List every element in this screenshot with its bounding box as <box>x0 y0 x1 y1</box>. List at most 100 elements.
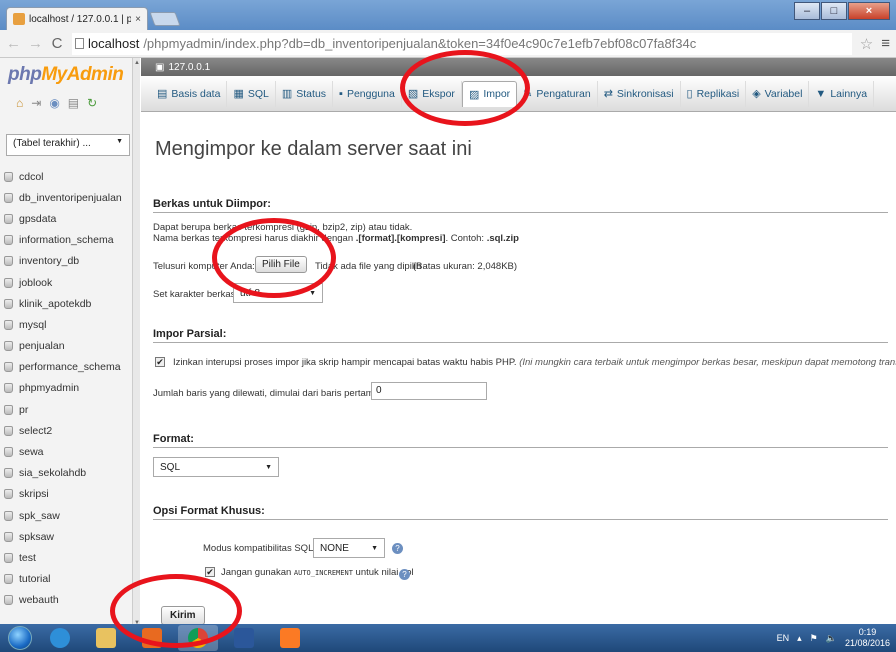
skip-rows-input[interactable]: 0 <box>371 382 487 400</box>
import-icon: ▨ <box>468 88 480 101</box>
tab-label: Pengguna <box>346 87 395 100</box>
url-path: /phpmyadmin/index.php?db=db_inventoripen… <box>143 36 697 51</box>
server-name[interactable]: 127.0.0.1 <box>168 62 210 73</box>
database-item[interactable]: sia_sekolahdb <box>4 463 132 484</box>
database-name: mysql <box>19 318 47 331</box>
back-icon[interactable]: ← <box>6 35 21 52</box>
taskbar-word[interactable] <box>224 625 264 651</box>
taskbar-chrome[interactable] <box>178 625 218 651</box>
taskbar-ie[interactable] <box>40 625 80 651</box>
charset-select[interactable]: utf-8 ▼ <box>233 283 323 303</box>
tab-title: localhost / 127.0.0.1 | php <box>29 13 132 25</box>
volume-icon[interactable]: 🔈 <box>826 633 837 644</box>
database-item[interactable]: webauth <box>4 590 132 611</box>
close-tab-icon[interactable]: × <box>135 14 141 25</box>
database-name: pr <box>19 403 29 416</box>
close-window-button[interactable]: × <box>848 2 890 20</box>
clock[interactable]: 0:19 21/08/2016 <box>845 627 890 649</box>
maximize-button[interactable]: □ <box>821 2 847 20</box>
tab-variabel[interactable]: ◈ Variabel <box>746 80 810 107</box>
tray-arrow-icon[interactable]: ▴ <box>797 633 802 644</box>
tab-label: Impor <box>483 88 511 100</box>
help-icon[interactable]: ? <box>399 569 410 580</box>
tab-impor[interactable]: ▨ Impor <box>461 80 518 107</box>
allow-interrupt-checkbox[interactable]: ✔ <box>155 357 165 367</box>
database-item[interactable]: spk_saw <box>4 505 132 526</box>
database-item[interactable]: phpmyadmin <box>4 378 132 399</box>
tab-lainnya[interactable]: ▼ Lainnya <box>809 80 875 107</box>
browse-label: Telusuri komputer Anda: <box>153 261 255 272</box>
tab-basis-data[interactable]: ▤ Basis data <box>151 80 228 107</box>
new-tab-button[interactable] <box>149 12 181 26</box>
database-name: sia_sekolahdb <box>19 467 87 480</box>
database-item[interactable]: test <box>4 547 132 568</box>
database-icon <box>4 468 13 479</box>
tab-sql[interactable]: ▦ SQL <box>227 80 276 107</box>
taskbar-xampp[interactable] <box>270 625 310 651</box>
taskbar-media[interactable] <box>132 625 172 651</box>
choose-file-button[interactable]: Pilih File <box>255 256 307 273</box>
nav-scrollbar[interactable]: ▲ ▼ <box>132 58 140 628</box>
reload-nav-icon[interactable]: ↻ <box>87 96 97 110</box>
flag-icon[interactable]: ⚑ <box>810 633 818 644</box>
forward-icon[interactable]: → <box>28 35 43 52</box>
database-item[interactable]: cdcol <box>4 166 132 187</box>
format-select[interactable]: SQL ▼ <box>153 457 279 477</box>
database-item[interactable]: gpsdata <box>4 208 132 229</box>
submit-button[interactable]: Kirim <box>161 606 205 625</box>
database-icon: ▤ <box>157 88 168 100</box>
bookmark-star-icon[interactable]: ☆ <box>860 35 873 53</box>
main-content: Mengimpor ke dalam server saat ini Berka… <box>141 112 896 628</box>
database-item[interactable]: information_schema <box>4 230 132 251</box>
format-section-title: Format: <box>153 433 888 448</box>
database-item[interactable]: inventory_db <box>4 251 132 272</box>
database-icon <box>4 595 13 606</box>
tab-ekspor[interactable]: ▧ Ekspor <box>402 80 462 107</box>
more-icon: ▼ <box>815 87 827 100</box>
taskbar-explorer[interactable] <box>86 625 126 651</box>
tab-status[interactable]: ▥ Status <box>276 80 334 107</box>
allow-interrupt-label: Izinkan interupsi proses impor jika skri… <box>173 357 896 368</box>
database-icon <box>4 235 13 246</box>
tab-pengaturan[interactable]: ✎ Pengaturan <box>517 80 598 107</box>
recent-tables-select[interactable]: (Tabel terakhir) ... ▼ <box>6 134 130 156</box>
database-item[interactable]: skripsi <box>4 484 132 505</box>
tab-replikasi[interactable]: ▯ Replikasi <box>681 80 747 107</box>
browser-menu-icon[interactable]: ≡ <box>881 35 890 52</box>
database-item[interactable]: joblook <box>4 272 132 293</box>
database-name: klinik_apotekdb <box>19 297 92 310</box>
reload-icon[interactable]: C <box>50 35 64 52</box>
database-item[interactable]: spksaw <box>4 526 132 547</box>
logout-icon[interactable]: ⇥ <box>31 96 41 110</box>
database-item[interactable]: select2 <box>4 420 132 441</box>
database-name: webauth <box>19 594 59 607</box>
url-input[interactable]: localhost/phpmyadmin/index.php?db=db_inv… <box>72 32 852 55</box>
phpmyadmin-logo[interactable]: phpMyAdmin <box>8 64 124 86</box>
database-item[interactable]: tutorial <box>4 569 132 590</box>
word-icon <box>234 628 254 648</box>
database-item[interactable]: db_inventoripenjualan <box>4 187 132 208</box>
database-item[interactable]: mysql <box>4 314 132 335</box>
scroll-up-icon[interactable]: ▲ <box>133 60 141 66</box>
tab-pengguna[interactable]: ▪ Pengguna <box>333 80 402 107</box>
database-item[interactable]: performance_schema <box>4 357 132 378</box>
language-indicator[interactable]: EN <box>777 633 790 643</box>
no-auto-increment-checkbox[interactable]: ✔ <box>205 567 215 577</box>
filename-info: Nama berkas terkompresi harus diakhir de… <box>153 233 519 244</box>
home-icon[interactable]: ⌂ <box>16 96 23 110</box>
database-item[interactable]: sewa <box>4 441 132 462</box>
database-item[interactable]: penjualan <box>4 336 132 357</box>
help-icon[interactable]: ? <box>392 543 403 554</box>
browser-tab[interactable]: localhost / 127.0.0.1 | php × <box>6 7 148 30</box>
compat-mode-select[interactable]: NONE ▼ <box>313 538 385 558</box>
tab-label: Sinkronisasi <box>616 87 674 100</box>
database-name: gpsdata <box>19 212 57 225</box>
database-item[interactable]: klinik_apotekdb <box>4 293 132 314</box>
tab-label: Pengaturan <box>536 87 591 100</box>
start-button[interactable] <box>0 624 40 652</box>
database-item[interactable]: pr <box>4 399 132 420</box>
docs-icon[interactable]: ▤ <box>68 96 79 110</box>
tab-sinkronisasi[interactable]: ⇄ Sinkronisasi <box>598 80 681 107</box>
query-window-icon[interactable]: ◉ <box>49 96 59 110</box>
minimize-button[interactable]: – <box>794 2 820 20</box>
